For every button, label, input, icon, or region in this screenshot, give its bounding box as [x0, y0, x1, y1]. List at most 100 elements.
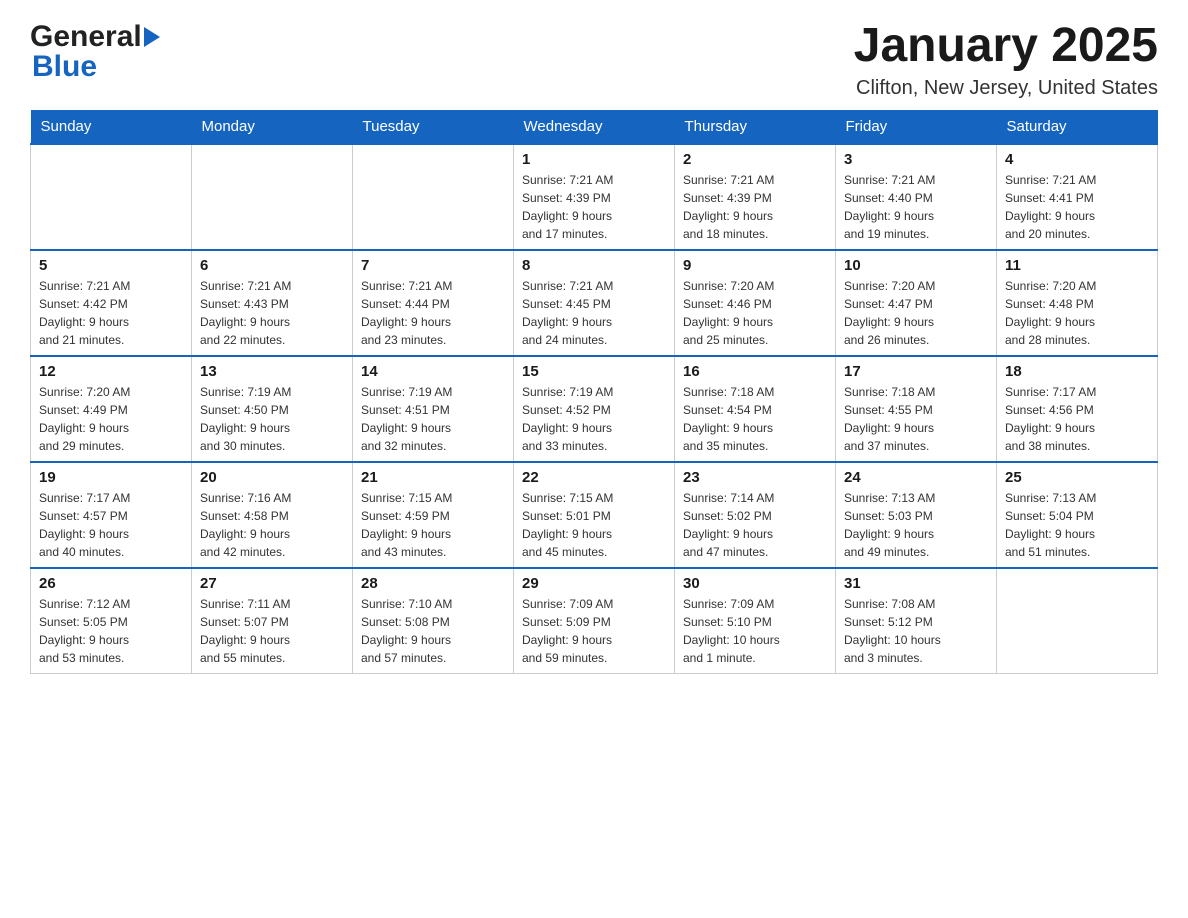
- day-number: 13: [200, 363, 344, 380]
- day-info: Sunrise: 7:18 AMSunset: 4:54 PMDaylight:…: [683, 383, 827, 455]
- month-title: January 2025: [854, 20, 1158, 73]
- logo: General Blue: [30, 20, 160, 84]
- day-number: 30: [683, 575, 827, 592]
- calendar-cell: 29Sunrise: 7:09 AMSunset: 5:09 PMDayligh…: [514, 568, 675, 674]
- calendar-cell: [353, 144, 514, 250]
- calendar-cell: 25 Sunrise: 7:13 AMSunset: 5:04 PMDayligh…: [997, 462, 1158, 568]
- day-info: Sunrise: 7:18 AMSunset: 4:55 PMDaylight:…: [844, 383, 988, 455]
- day-info: Sunrise: 7:21 AMSunset: 4:40 PMDaylight:…: [844, 171, 988, 243]
- day-info: Sunrise: 7:21 AMSunset: 4:43 PMDaylight:…: [200, 277, 344, 349]
- day-number: 21: [361, 469, 505, 486]
- day-number: 22: [522, 469, 666, 486]
- calendar-cell: 4 Sunrise: 7:21 AMSunset: 4:41 PMDaylight…: [997, 144, 1158, 250]
- calendar-cell: 21Sunrise: 7:15 AMSunset: 4:59 PMDayligh…: [353, 462, 514, 568]
- day-info: Sunrise: 7:16 AMSunset: 4:58 PMDaylight:…: [200, 489, 344, 561]
- logo-arrow-icon: [144, 27, 160, 47]
- calendar-body: 1Sunrise: 7:21 AMSunset: 4:39 PMDaylight…: [31, 144, 1158, 674]
- calendar-cell: 7 Sunrise: 7:21 AMSunset: 4:44 PMDaylight…: [353, 250, 514, 356]
- calendar-week-1: 1Sunrise: 7:21 AMSunset: 4:39 PMDaylight…: [31, 144, 1158, 250]
- day-number: 25: [1005, 469, 1149, 486]
- day-info: Sunrise: 7:15 AMSunset: 5:01 PMDaylight:…: [522, 489, 666, 561]
- page-header: General Blue January 2025 Clifton, New J…: [30, 20, 1158, 100]
- calendar-cell: 27Sunrise: 7:11 AMSunset: 5:07 PMDayligh…: [192, 568, 353, 674]
- day-number: 19: [39, 469, 183, 486]
- day-info: Sunrise: 7:19 AMSunset: 4:51 PMDaylight:…: [361, 383, 505, 455]
- day-info: Sunrise: 7:17 AMSunset: 4:57 PMDaylight:…: [39, 489, 183, 561]
- calendar-cell: 6 Sunrise: 7:21 AMSunset: 4:43 PMDaylight…: [192, 250, 353, 356]
- weekday-header-wednesday: Wednesday: [514, 110, 675, 144]
- weekday-header-tuesday: Tuesday: [353, 110, 514, 144]
- day-number: 28: [361, 575, 505, 592]
- day-number: 3: [844, 151, 988, 168]
- day-number: 26: [39, 575, 183, 592]
- logo-general-text: General: [30, 20, 142, 54]
- day-info: Sunrise: 7:13 AMSunset: 5:04 PMDaylight:…: [1005, 489, 1149, 561]
- day-number: 31: [844, 575, 988, 592]
- day-info: Sunrise: 7:19 AMSunset: 4:52 PMDaylight:…: [522, 383, 666, 455]
- day-number: 1: [522, 151, 666, 168]
- calendar-cell: 15 Sunrise: 7:19 AMSunset: 4:52 PMDayligh…: [514, 356, 675, 462]
- calendar-cell: 1Sunrise: 7:21 AMSunset: 4:39 PMDaylight…: [514, 144, 675, 250]
- calendar-cell: 24Sunrise: 7:13 AMSunset: 5:03 PMDayligh…: [836, 462, 997, 568]
- calendar-cell: 9 Sunrise: 7:20 AMSunset: 4:46 PMDaylight…: [675, 250, 836, 356]
- calendar-cell: 8Sunrise: 7:21 AMSunset: 4:45 PMDaylight…: [514, 250, 675, 356]
- day-number: 14: [361, 363, 505, 380]
- weekday-header-friday: Friday: [836, 110, 997, 144]
- calendar-cell: 31 Sunrise: 7:08 AMSunset: 5:12 PMDayligh…: [836, 568, 997, 674]
- calendar-week-3: 12Sunrise: 7:20 AMSunset: 4:49 PMDayligh…: [31, 356, 1158, 462]
- location-text: Clifton, New Jersey, United States: [854, 77, 1158, 100]
- day-number: 2: [683, 151, 827, 168]
- weekday-header-thursday: Thursday: [675, 110, 836, 144]
- day-info: Sunrise: 7:21 AMSunset: 4:41 PMDaylight:…: [1005, 171, 1149, 243]
- calendar-cell: 16 Sunrise: 7:18 AMSunset: 4:54 PMDayligh…: [675, 356, 836, 462]
- day-number: 27: [200, 575, 344, 592]
- day-number: 16: [683, 363, 827, 380]
- calendar-cell: 23 Sunrise: 7:14 AMSunset: 5:02 PMDayligh…: [675, 462, 836, 568]
- day-number: 18: [1005, 363, 1149, 380]
- day-info: Sunrise: 7:14 AMSunset: 5:02 PMDaylight:…: [683, 489, 827, 561]
- day-info: Sunrise: 7:17 AMSunset: 4:56 PMDaylight:…: [1005, 383, 1149, 455]
- day-number: 15: [522, 363, 666, 380]
- day-number: 5: [39, 257, 183, 274]
- calendar-cell: 12Sunrise: 7:20 AMSunset: 4:49 PMDayligh…: [31, 356, 192, 462]
- weekday-header-sunday: Sunday: [31, 110, 192, 144]
- calendar-cell: 18 Sunrise: 7:17 AMSunset: 4:56 PMDayligh…: [997, 356, 1158, 462]
- title-section: January 2025 Clifton, New Jersey, United…: [854, 20, 1158, 100]
- day-number: 10: [844, 257, 988, 274]
- logo-blue-text: Blue: [30, 50, 97, 84]
- day-number: 20: [200, 469, 344, 486]
- calendar-header: SundayMondayTuesdayWednesdayThursdayFrid…: [31, 110, 1158, 144]
- calendar-week-4: 19 Sunrise: 7:17 AMSunset: 4:57 PMDayligh…: [31, 462, 1158, 568]
- day-info: Sunrise: 7:21 AMSunset: 4:44 PMDaylight:…: [361, 277, 505, 349]
- day-number: 17: [844, 363, 988, 380]
- day-number: 8: [522, 257, 666, 274]
- day-number: 6: [200, 257, 344, 274]
- calendar-cell: 14 Sunrise: 7:19 AMSunset: 4:51 PMDayligh…: [353, 356, 514, 462]
- day-number: 7: [361, 257, 505, 274]
- calendar-cell: 10Sunrise: 7:20 AMSunset: 4:47 PMDayligh…: [836, 250, 997, 356]
- calendar-cell: 20 Sunrise: 7:16 AMSunset: 4:58 PMDayligh…: [192, 462, 353, 568]
- day-info: Sunrise: 7:12 AMSunset: 5:05 PMDaylight:…: [39, 595, 183, 667]
- calendar-cell: [192, 144, 353, 250]
- calendar-cell: 5 Sunrise: 7:21 AMSunset: 4:42 PMDaylight…: [31, 250, 192, 356]
- day-number: 4: [1005, 151, 1149, 168]
- day-number: 23: [683, 469, 827, 486]
- weekday-header-saturday: Saturday: [997, 110, 1158, 144]
- day-info: Sunrise: 7:20 AMSunset: 4:46 PMDaylight:…: [683, 277, 827, 349]
- weekday-header-monday: Monday: [192, 110, 353, 144]
- day-info: Sunrise: 7:08 AMSunset: 5:12 PMDaylight:…: [844, 595, 988, 667]
- calendar-cell: 13Sunrise: 7:19 AMSunset: 4:50 PMDayligh…: [192, 356, 353, 462]
- calendar-cell: 19 Sunrise: 7:17 AMSunset: 4:57 PMDayligh…: [31, 462, 192, 568]
- weekday-header-row: SundayMondayTuesdayWednesdayThursdayFrid…: [31, 110, 1158, 144]
- calendar-cell: [997, 568, 1158, 674]
- day-number: 9: [683, 257, 827, 274]
- calendar-week-5: 26 Sunrise: 7:12 AMSunset: 5:05 PMDayligh…: [31, 568, 1158, 674]
- calendar-week-2: 5 Sunrise: 7:21 AMSunset: 4:42 PMDaylight…: [31, 250, 1158, 356]
- day-number: 11: [1005, 257, 1149, 274]
- day-info: Sunrise: 7:09 AMSunset: 5:10 PMDaylight:…: [683, 595, 827, 667]
- calendar-cell: 11Sunrise: 7:20 AMSunset: 4:48 PMDayligh…: [997, 250, 1158, 356]
- day-number: 24: [844, 469, 988, 486]
- day-info: Sunrise: 7:21 AMSunset: 4:42 PMDaylight:…: [39, 277, 183, 349]
- day-info: Sunrise: 7:20 AMSunset: 4:49 PMDaylight:…: [39, 383, 183, 455]
- calendar-cell: 17 Sunrise: 7:18 AMSunset: 4:55 PMDayligh…: [836, 356, 997, 462]
